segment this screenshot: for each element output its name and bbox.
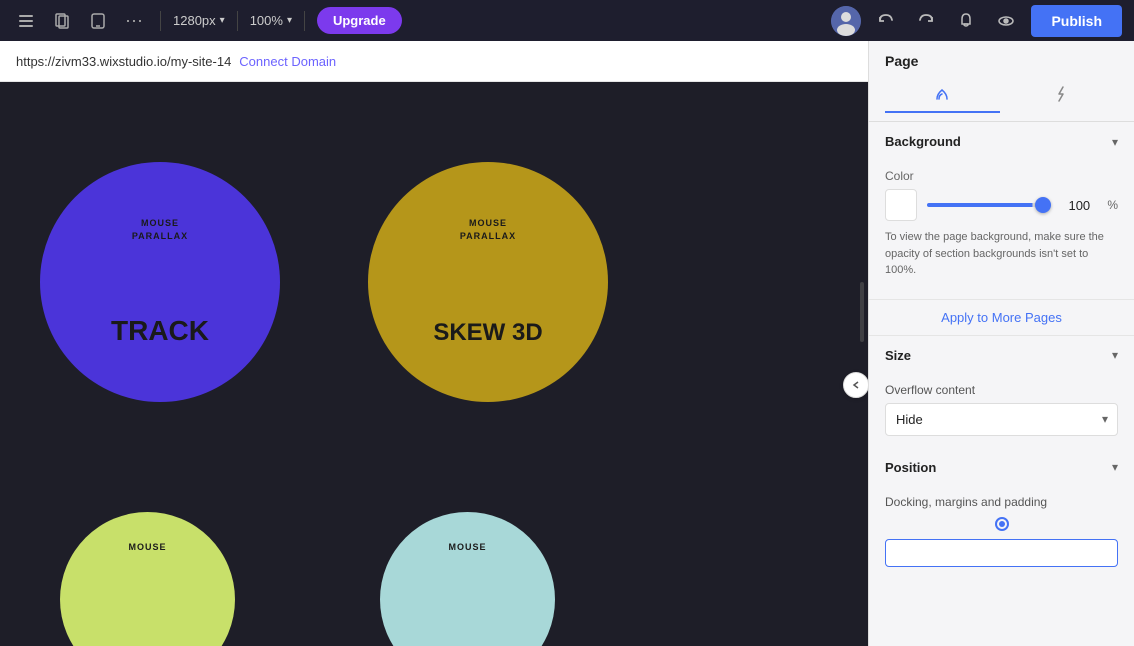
panel-title: Page: [869, 41, 1134, 69]
circle-yellow[interactable]: MOUSEPARALLAX SKEW 3D: [368, 162, 608, 402]
position-section: Position ▾ Docking, margins and padding: [869, 448, 1134, 579]
overflow-select[interactable]: Hide Show Clip: [885, 403, 1118, 436]
panel-collapse-button[interactable]: [843, 372, 868, 398]
upgrade-button[interactable]: Upgrade: [317, 7, 402, 34]
toolbar: ··· 1280px ▾ 100% ▾ Upgrade Publish: [0, 0, 1134, 41]
color-swatch[interactable]: [885, 189, 917, 221]
separator-3: [304, 11, 305, 31]
scrollbar-thumb[interactable]: [860, 282, 864, 342]
redo-button[interactable]: [911, 6, 941, 36]
connect-domain-link[interactable]: Connect Domain: [239, 54, 336, 69]
size-chevron: ▾: [1112, 348, 1118, 362]
background-section-content: Color % To view the page background, mak…: [869, 161, 1134, 299]
tab-design[interactable]: [885, 77, 1000, 113]
color-row: %: [885, 189, 1118, 221]
separator-2: [237, 11, 238, 31]
opacity-slider[interactable]: [927, 203, 1051, 207]
more-icon[interactable]: ···: [120, 7, 148, 35]
canvas-container: https://zivm33.wixstudio.io/my-site-14 C…: [0, 41, 868, 646]
address-bar: https://zivm33.wixstudio.io/my-site-14 C…: [0, 41, 868, 82]
background-hint: To view the page background, make sure t…: [885, 229, 1118, 279]
notifications-icon[interactable]: [951, 6, 981, 36]
main-area: https://zivm33.wixstudio.io/my-site-14 C…: [0, 41, 1134, 646]
docking-radio-row: [885, 517, 1118, 531]
size-section: Size ▾ Overflow content Hide Show Clip: [869, 336, 1134, 448]
circle-purple-title: TRACK: [111, 315, 209, 347]
toolbar-right: Publish: [831, 5, 1122, 37]
background-chevron: ▾: [1112, 135, 1118, 149]
opacity-unit: %: [1107, 198, 1118, 212]
circle-purple-label: MOUSEPARALLAX: [132, 217, 188, 242]
position-chevron: ▾: [1112, 460, 1118, 474]
background-section: Background ▾ Color % To view the page ba…: [869, 122, 1134, 299]
circle-teal[interactable]: MOUSE: [380, 512, 555, 646]
docking-label: Docking, margins and padding: [885, 495, 1118, 509]
docking-inputs: [885, 539, 1118, 567]
sidebar-toggle-icon[interactable]: [12, 7, 40, 35]
color-label: Color: [885, 169, 1118, 183]
zoom-selector[interactable]: 100% ▾: [250, 13, 292, 28]
url-text: https://zivm33.wixstudio.io/my-site-14: [16, 54, 231, 69]
circle-purple[interactable]: MOUSEPARALLAX TRACK: [40, 162, 280, 402]
opacity-slider-container: [927, 203, 1051, 207]
size-section-header[interactable]: Size ▾: [869, 336, 1134, 375]
circle-lime[interactable]: MOUSE: [60, 512, 235, 646]
pages-icon[interactable]: [48, 7, 76, 35]
overflow-select-wrapper: Hide Show Clip: [885, 403, 1118, 436]
avatar[interactable]: [831, 6, 861, 36]
size-section-content: Overflow content Hide Show Clip: [869, 375, 1134, 448]
apply-to-more-pages-link[interactable]: Apply to More Pages: [869, 299, 1134, 336]
docking-radio-center[interactable]: [995, 517, 1009, 531]
circle-yellow-label: MOUSEPARALLAX: [460, 217, 516, 242]
right-panel: Page Background ▾ Color: [868, 41, 1134, 646]
circle-yellow-title: SKEW 3D: [433, 319, 542, 347]
docking-input[interactable]: [885, 539, 1118, 567]
size-selector[interactable]: 1280px ▾: [173, 13, 225, 28]
preview-icon[interactable]: [991, 6, 1021, 36]
undo-button[interactable]: [871, 6, 901, 36]
mobile-icon[interactable]: [84, 7, 112, 35]
opacity-input[interactable]: [1061, 198, 1097, 213]
tab-lightning[interactable]: [1004, 77, 1119, 113]
position-section-content: Docking, margins and padding: [869, 487, 1134, 579]
panel-tabs: [869, 69, 1134, 122]
circle-lime-label: MOUSE: [60, 542, 235, 552]
overflow-label: Overflow content: [885, 383, 1118, 397]
background-section-header[interactable]: Background ▾: [869, 122, 1134, 161]
separator-1: [160, 11, 161, 31]
publish-button[interactable]: Publish: [1031, 5, 1122, 37]
canvas-drawing-area[interactable]: MOUSEPARALLAX TRACK MOUSEPARALLAX SKEW 3…: [0, 82, 868, 646]
circle-teal-label: MOUSE: [380, 542, 555, 552]
position-section-header[interactable]: Position ▾: [869, 448, 1134, 487]
